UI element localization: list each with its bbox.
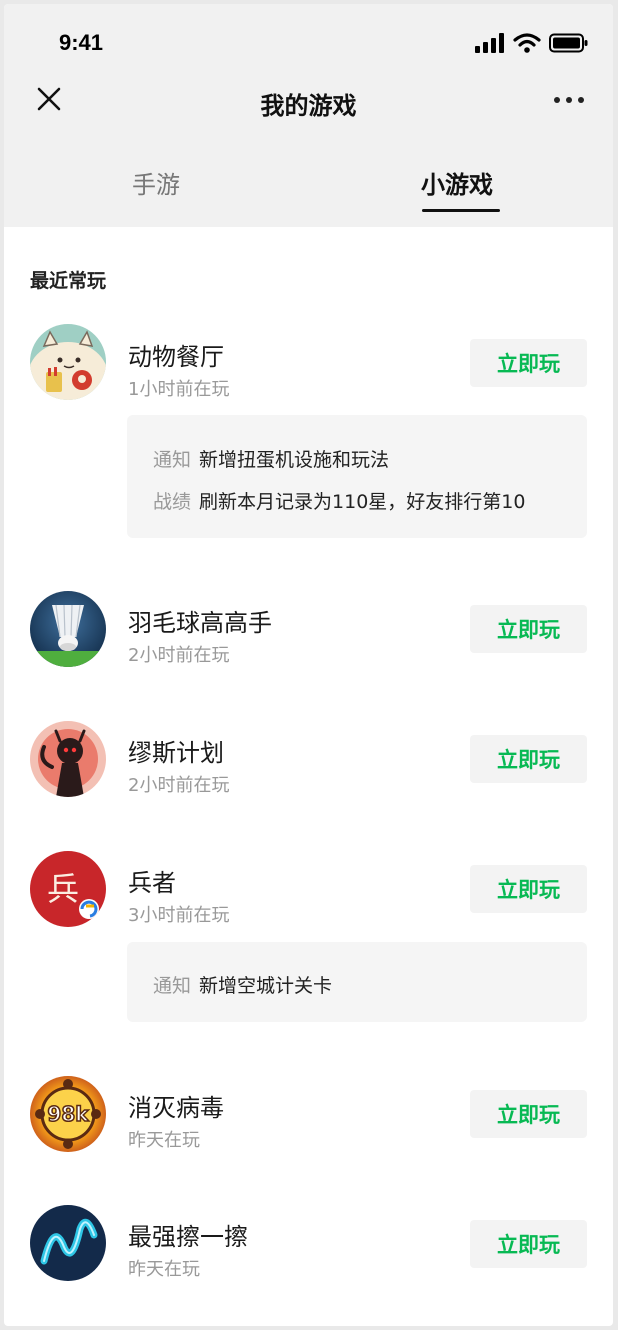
notice-text: 新增扭蛋机设施和玩法 <box>199 449 390 471</box>
play-button[interactable]: 立即玩 <box>470 735 587 783</box>
game-notice-card: 通知 新增扭蛋机设施和玩法 战绩 刷新本月记录为110星，好友排行第10 <box>127 415 587 538</box>
game-name: 最强擦一擦 <box>128 1223 248 1251</box>
game-name: 缪斯计划 <box>128 739 224 767</box>
game-icon-virus-killer[interactable]: 98k <box>30 1076 106 1152</box>
game-icon-muse-project[interactable] <box>30 721 106 797</box>
header: 9:41 我的游戏 手游 小游戏 <box>4 4 613 227</box>
game-icon-text: 98k <box>47 1102 89 1126</box>
game-last-played: 2小时前在玩 <box>128 775 230 796</box>
page-title: 我的游戏 <box>260 92 357 120</box>
section-title: 最近常玩 <box>30 270 107 292</box>
tab-mobile-games[interactable]: 手游 <box>132 165 180 200</box>
game-icon-bingzhe[interactable]: 兵 <box>30 851 106 927</box>
notice-label: 通知 <box>153 449 192 471</box>
game-last-played: 2小时前在玩 <box>128 645 230 666</box>
game-name: 羽毛球高高手 <box>128 609 272 637</box>
notice-label: 战绩 <box>153 491 192 513</box>
tab-mini-games[interactable]: 小游戏 <box>421 165 493 200</box>
status-icons <box>475 32 589 54</box>
game-notice-card: 通知 新增空城计关卡 <box>127 942 587 1022</box>
notice-row: 通知 新增空城计关卡 <box>153 971 332 998</box>
game-name: 消灭病毒 <box>128 1094 224 1122</box>
signal-icon <box>475 33 504 53</box>
play-button[interactable]: 立即玩 <box>470 339 587 387</box>
wifi-icon <box>513 33 541 53</box>
notice-text: 刷新本月记录为110星，好友排行第10 <box>199 491 526 513</box>
phone-screen: 9:41 我的游戏 手游 小游戏 最近常玩 动物餐厅 1小时前在玩 立即玩 通知… <box>4 4 613 1326</box>
play-button[interactable]: 立即玩 <box>470 1220 587 1268</box>
play-button[interactable]: 立即玩 <box>470 605 587 653</box>
game-icon-wipe-master[interactable] <box>30 1205 106 1281</box>
notice-text: 新增空城计关卡 <box>199 975 333 997</box>
notice-row: 通知 新增扭蛋机设施和玩法 <box>153 445 389 472</box>
game-last-played: 1小时前在玩 <box>128 379 230 400</box>
game-last-played: 昨天在玩 <box>128 1130 200 1151</box>
game-icon-badminton[interactable] <box>30 591 106 667</box>
play-button[interactable]: 立即玩 <box>470 865 587 913</box>
game-name: 动物餐厅 <box>128 343 224 371</box>
play-button[interactable]: 立即玩 <box>470 1090 587 1138</box>
status-time: 9:41 <box>59 30 104 55</box>
more-icon[interactable] <box>552 90 586 110</box>
game-icon-text: 兵 <box>47 870 79 908</box>
notice-row: 战绩 刷新本月记录为110星，好友排行第10 <box>153 487 525 514</box>
battery-icon <box>549 33 588 53</box>
game-icon-animal-restaurant[interactable] <box>30 324 106 400</box>
game-last-played: 昨天在玩 <box>128 1259 200 1280</box>
notice-label: 通知 <box>153 975 192 997</box>
game-name: 兵者 <box>128 869 176 897</box>
active-tab-indicator <box>422 209 500 212</box>
game-last-played: 3小时前在玩 <box>128 905 230 926</box>
